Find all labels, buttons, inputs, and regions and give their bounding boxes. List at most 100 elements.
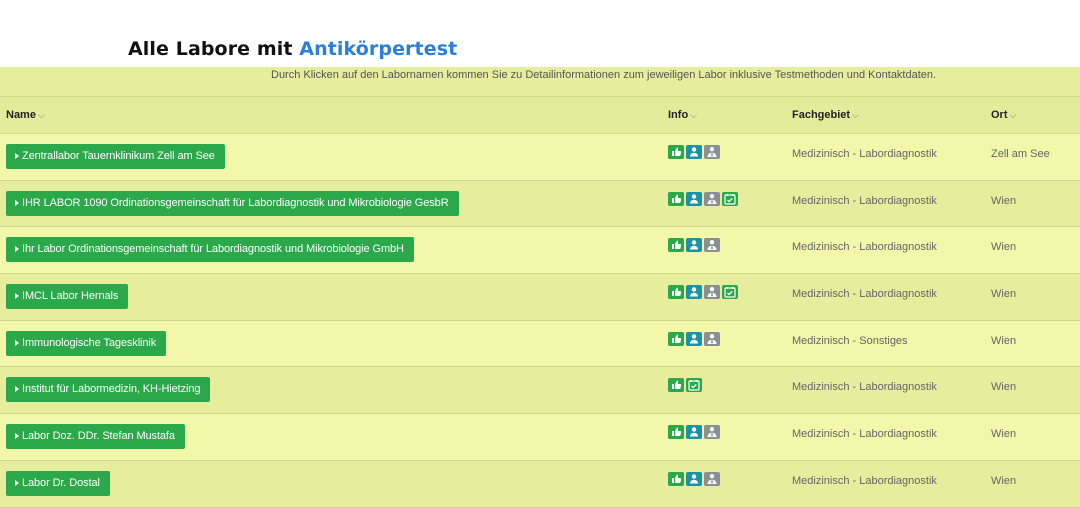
- column-header-info[interactable]: Info ⌵: [668, 97, 792, 134]
- cell-info: [668, 227, 792, 274]
- cell-fachgebiet: Medizinisch - Labordiagnostik: [792, 148, 937, 160]
- title-prefix: Alle Labore mit: [128, 38, 300, 60]
- table-row: Labor Doz. DDr. Stefan Mustafa Medizinisc…: [0, 413, 1080, 461]
- lab-name-label: Ihr Labor Ordinationsgemeinschaft für La…: [22, 243, 404, 256]
- table-row: Ihr Labor Ordinationsgemeinschaft für La…: [0, 226, 1080, 274]
- lab-name-label: Immunologische Tagesklinik: [22, 336, 157, 349]
- doctor-icon[interactable]: [704, 238, 720, 253]
- cell-info: [668, 320, 792, 367]
- cell-name: Immunologische Tagesklinik: [0, 320, 668, 367]
- doctor-icon[interactable]: [704, 285, 720, 300]
- lab-name-label: IMCL Labor Hernals: [22, 290, 119, 303]
- cell-info: [668, 180, 792, 227]
- chevron-down-icon: ⌵: [690, 110, 697, 120]
- column-header-ort-label: Ort: [991, 109, 1008, 121]
- thumbs-up-icon[interactable]: [668, 238, 684, 253]
- cell-fachgebiet: Medizinisch - Labordiagnostik: [792, 241, 937, 254]
- cell-fachgebiet: Medizinisch - Labordiagnostik: [792, 474, 937, 487]
- cell-info: [668, 414, 792, 461]
- chevron-down-icon: ⌵: [1009, 110, 1017, 120]
- lab-name-button[interactable]: IMCL Labor Hernals: [6, 284, 129, 310]
- cell-fachgebiet: Medizinisch - Labordiagnostik: [792, 428, 937, 441]
- cell-info: [668, 134, 792, 181]
- person-icon[interactable]: [686, 425, 702, 440]
- cell-ort: Wien: [991, 381, 1017, 394]
- thumbs-up-icon[interactable]: [668, 425, 684, 440]
- cell-name: Labor Doz. DDr. Stefan Mustafa: [0, 414, 668, 461]
- info-hint-bar: Durch Klicken auf den Labornamen kommen …: [0, 67, 1080, 96]
- cell-name: Zentrallabor Tauernklinikum Zell am See: [0, 134, 668, 181]
- table-row: Institut für Labormedizin, KH-Hietzing Me…: [0, 366, 1080, 414]
- doctor-icon[interactable]: [704, 331, 720, 346]
- lab-name-label: Labor Doz. DDr. Stefan Mustafa: [22, 430, 175, 443]
- chevron-down-icon: ⌵: [37, 110, 45, 120]
- person-icon[interactable]: [686, 191, 702, 206]
- caret-right-icon: [15, 479, 19, 486]
- caret-right-icon: [15, 153, 19, 159]
- info-hint-text: Durch Klicken auf den Labornamen kommen …: [271, 69, 937, 81]
- column-header-fachgebiet[interactable]: Fachgebiet ⌵: [792, 97, 991, 134]
- lab-name-button[interactable]: Labor Dr. Dostal: [6, 470, 110, 496]
- person-icon[interactable]: [686, 471, 702, 486]
- table-row: IMCL Labor Hernals Medizinisch - Labordia…: [0, 273, 1080, 321]
- person-icon[interactable]: [686, 145, 702, 159]
- cell-fachgebiet: Medizinisch - Labordiagnostik: [792, 381, 937, 394]
- caret-right-icon: [15, 386, 19, 393]
- lab-name-button[interactable]: Labor Doz. DDr. Stefan Mustafa: [6, 424, 185, 450]
- title-highlight: Antikörpertest: [299, 38, 458, 60]
- cell-ort: Wien: [991, 334, 1017, 347]
- lab-name-label: Labor Dr. Dostal: [22, 476, 100, 489]
- page-title: Alle Labore mit Antikörpertest: [128, 38, 457, 60]
- table-row: Labor Dr. Dostal Medizinisch - Labordiagn…: [0, 460, 1080, 507]
- doctor-icon[interactable]: [704, 145, 720, 159]
- cell-ort: Zell am See: [991, 148, 1050, 160]
- cell-name: Institut für Labormedizin, KH-Hietzing: [0, 367, 668, 414]
- column-header-ort[interactable]: Ort ⌵: [991, 97, 1080, 134]
- column-header-fachgebiet-label: Fachgebiet: [792, 109, 851, 121]
- doctor-icon[interactable]: [704, 425, 720, 440]
- person-icon[interactable]: [686, 331, 702, 346]
- lab-name-button[interactable]: Immunologische Tagesklinik: [6, 330, 167, 356]
- cell-ort: Wien: [991, 428, 1017, 441]
- lab-name-button[interactable]: Ihr Labor Ordinationsgemeinschaft für La…: [6, 237, 414, 263]
- calendar-check-icon[interactable]: [722, 191, 738, 206]
- table-row: IHR LABOR 1090 Ordinationsgemeinschaft f…: [0, 180, 1080, 227]
- column-header-name[interactable]: Name ⌵: [0, 97, 668, 134]
- cell-fachgebiet: Medizinisch - Labordiagnostik: [792, 288, 937, 301]
- cell-ort: Wien: [991, 474, 1017, 487]
- column-header-name-label: Name: [6, 109, 36, 121]
- calendar-check-icon[interactable]: [686, 378, 702, 393]
- lab-name-button[interactable]: Zentrallabor Tauernklinikum Zell am See: [6, 144, 225, 169]
- chevron-down-icon: ⌵: [852, 110, 859, 120]
- thumbs-up-icon[interactable]: [668, 285, 684, 300]
- cell-fachgebiet: Medizinisch - Labordiagnostik: [792, 194, 937, 207]
- cell-name: IHR LABOR 1090 Ordinationsgemeinschaft f…: [0, 180, 668, 227]
- cell-info: [668, 274, 792, 321]
- calendar-check-icon[interactable]: [722, 285, 738, 300]
- thumbs-up-icon[interactable]: [668, 471, 684, 486]
- lab-name-label: Zentrallabor Tauernklinikum Zell am See: [22, 150, 215, 162]
- column-header-info-label: Info: [668, 109, 689, 121]
- caret-right-icon: [15, 433, 19, 440]
- table-row: Immunologische Tagesklinik Medizinisch - …: [0, 320, 1080, 367]
- thumbs-up-icon[interactable]: [668, 378, 684, 393]
- doctor-icon[interactable]: [704, 191, 720, 206]
- table-header-row: Name ⌵ Info ⌵ Fachgebiet ⌵ Ort ⌵: [0, 96, 1080, 134]
- cell-fachgebiet: Medizinisch - Sonstiges: [792, 334, 908, 347]
- thumbs-up-icon[interactable]: [668, 145, 684, 159]
- lab-name-button[interactable]: IHR LABOR 1090 Ordinationsgemeinschaft f…: [6, 190, 459, 216]
- caret-right-icon: [15, 293, 19, 300]
- person-icon[interactable]: [686, 285, 702, 300]
- thumbs-up-icon[interactable]: [668, 331, 684, 346]
- person-icon[interactable]: [686, 238, 702, 253]
- lab-name-label: Institut für Labormedizin, KH-Hietzing: [22, 383, 201, 396]
- cell-name: Ihr Labor Ordinationsgemeinschaft für La…: [0, 227, 668, 274]
- cell-ort: Wien: [991, 241, 1017, 254]
- lab-name-label: IHR LABOR 1090 Ordinationsgemeinschaft f…: [22, 196, 449, 209]
- caret-right-icon: [15, 199, 19, 206]
- cell-ort: Wien: [991, 288, 1017, 301]
- doctor-icon[interactable]: [704, 471, 720, 486]
- thumbs-up-icon[interactable]: [668, 191, 684, 206]
- cell-ort: Wien: [991, 194, 1017, 207]
- lab-name-button[interactable]: Institut für Labormedizin, KH-Hietzing: [6, 377, 211, 403]
